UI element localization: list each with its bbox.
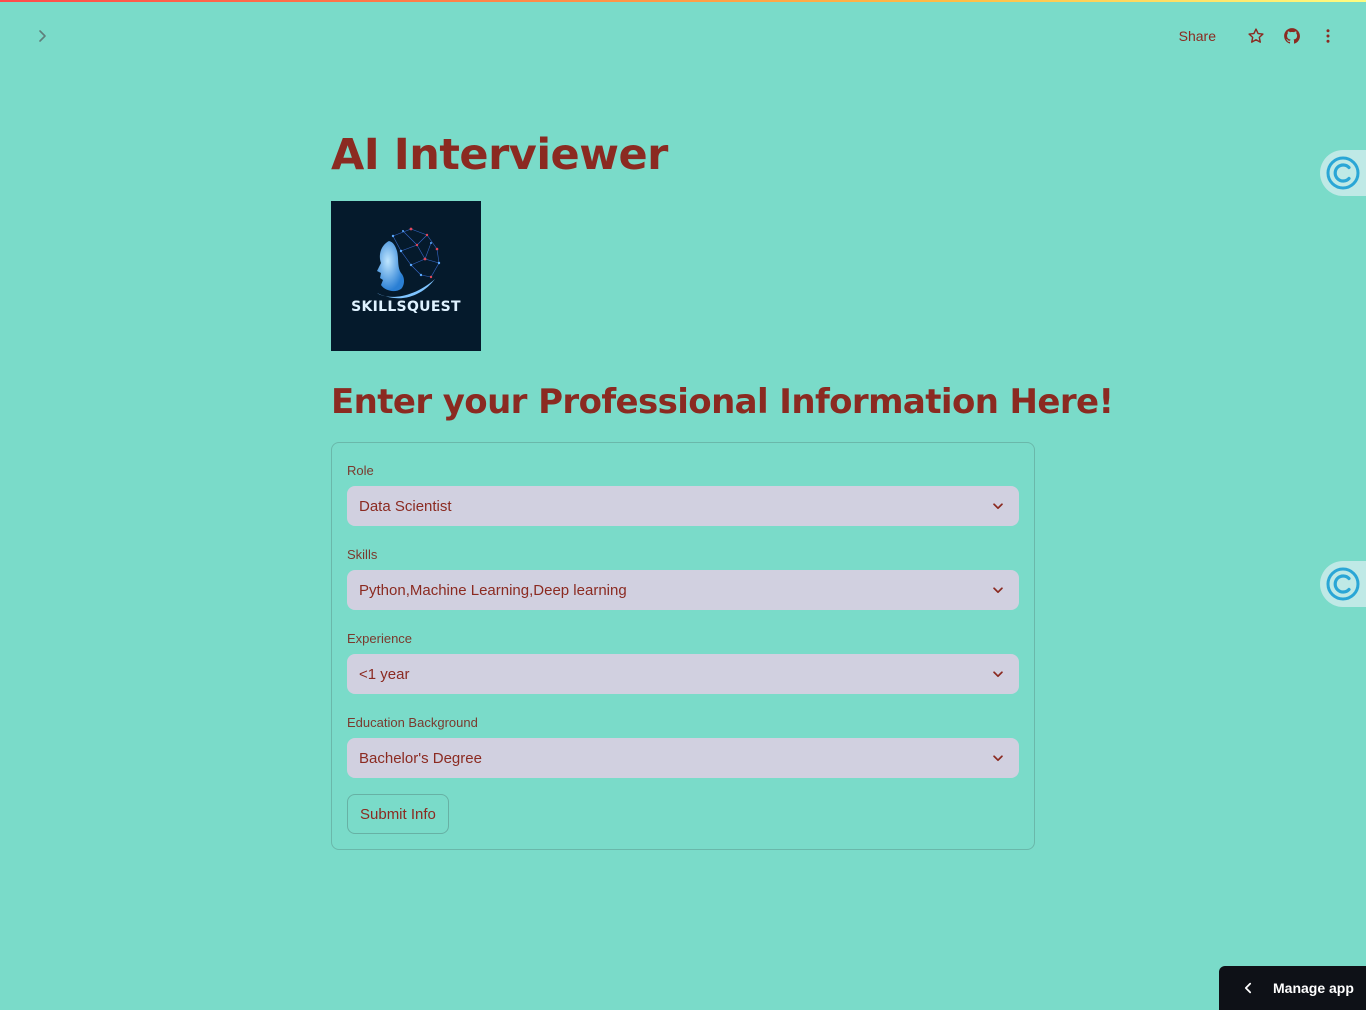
manage-app-button[interactable]: Manage app <box>1219 966 1366 1010</box>
more-vertical-icon <box>1326 29 1330 43</box>
c-logo-icon <box>1326 567 1360 601</box>
github-icon <box>1284 28 1300 44</box>
c-logo-icon <box>1326 156 1360 190</box>
side-extension-widget-bottom[interactable] <box>1320 561 1366 607</box>
submit-info-button[interactable]: Submit Info <box>347 794 449 834</box>
experience-label: Experience <box>347 631 413 646</box>
skills-selected-value: Python,Machine Learning,Deep learning <box>359 581 627 599</box>
share-button[interactable]: Share <box>1179 28 1216 44</box>
top-decoration-stripe <box>0 0 1366 2</box>
star-icon <box>1248 28 1264 43</box>
brain-head-logo-icon <box>377 227 441 299</box>
github-button[interactable] <box>1278 22 1306 50</box>
role-select[interactable]: Data Scientist <box>347 486 1019 526</box>
star-button[interactable] <box>1242 22 1270 50</box>
skillsquest-logo: SKILLSQUEST <box>331 201 481 351</box>
side-extension-widget-top[interactable] <box>1320 150 1366 196</box>
logo-wordmark: SKILLSQUEST <box>351 299 461 315</box>
experience-select[interactable]: <1 year <box>347 654 1019 694</box>
chevron-down-icon <box>989 581 1007 599</box>
chevron-down-icon <box>989 497 1007 515</box>
main-menu-button[interactable] <box>1314 22 1342 50</box>
sidebar-toggle-button[interactable] <box>28 22 56 50</box>
form-heading: Enter your Professional Information Here… <box>331 382 1114 422</box>
skills-label: Skills <box>347 547 378 562</box>
chevron-down-icon <box>989 749 1007 767</box>
experience-selected-value: <1 year <box>359 665 410 683</box>
skills-select[interactable]: Python,Machine Learning,Deep learning <box>347 570 1019 610</box>
chevron-down-icon <box>989 665 1007 683</box>
education-select[interactable]: Bachelor's Degree <box>347 738 1019 778</box>
role-label: Role <box>347 463 374 478</box>
page-title: AI Interviewer <box>331 130 668 180</box>
education-selected-value: Bachelor's Degree <box>359 749 482 767</box>
professional-info-form: Role Data Scientist Skills Python,Machin… <box>331 442 1035 850</box>
role-selected-value: Data Scientist <box>359 497 452 515</box>
manage-app-label: Manage app <box>1273 980 1354 996</box>
education-label: Education Background <box>347 715 478 730</box>
top-toolbar: Share <box>1179 22 1342 50</box>
chevron-right-icon <box>39 30 46 42</box>
chevron-left-icon <box>1244 982 1252 994</box>
